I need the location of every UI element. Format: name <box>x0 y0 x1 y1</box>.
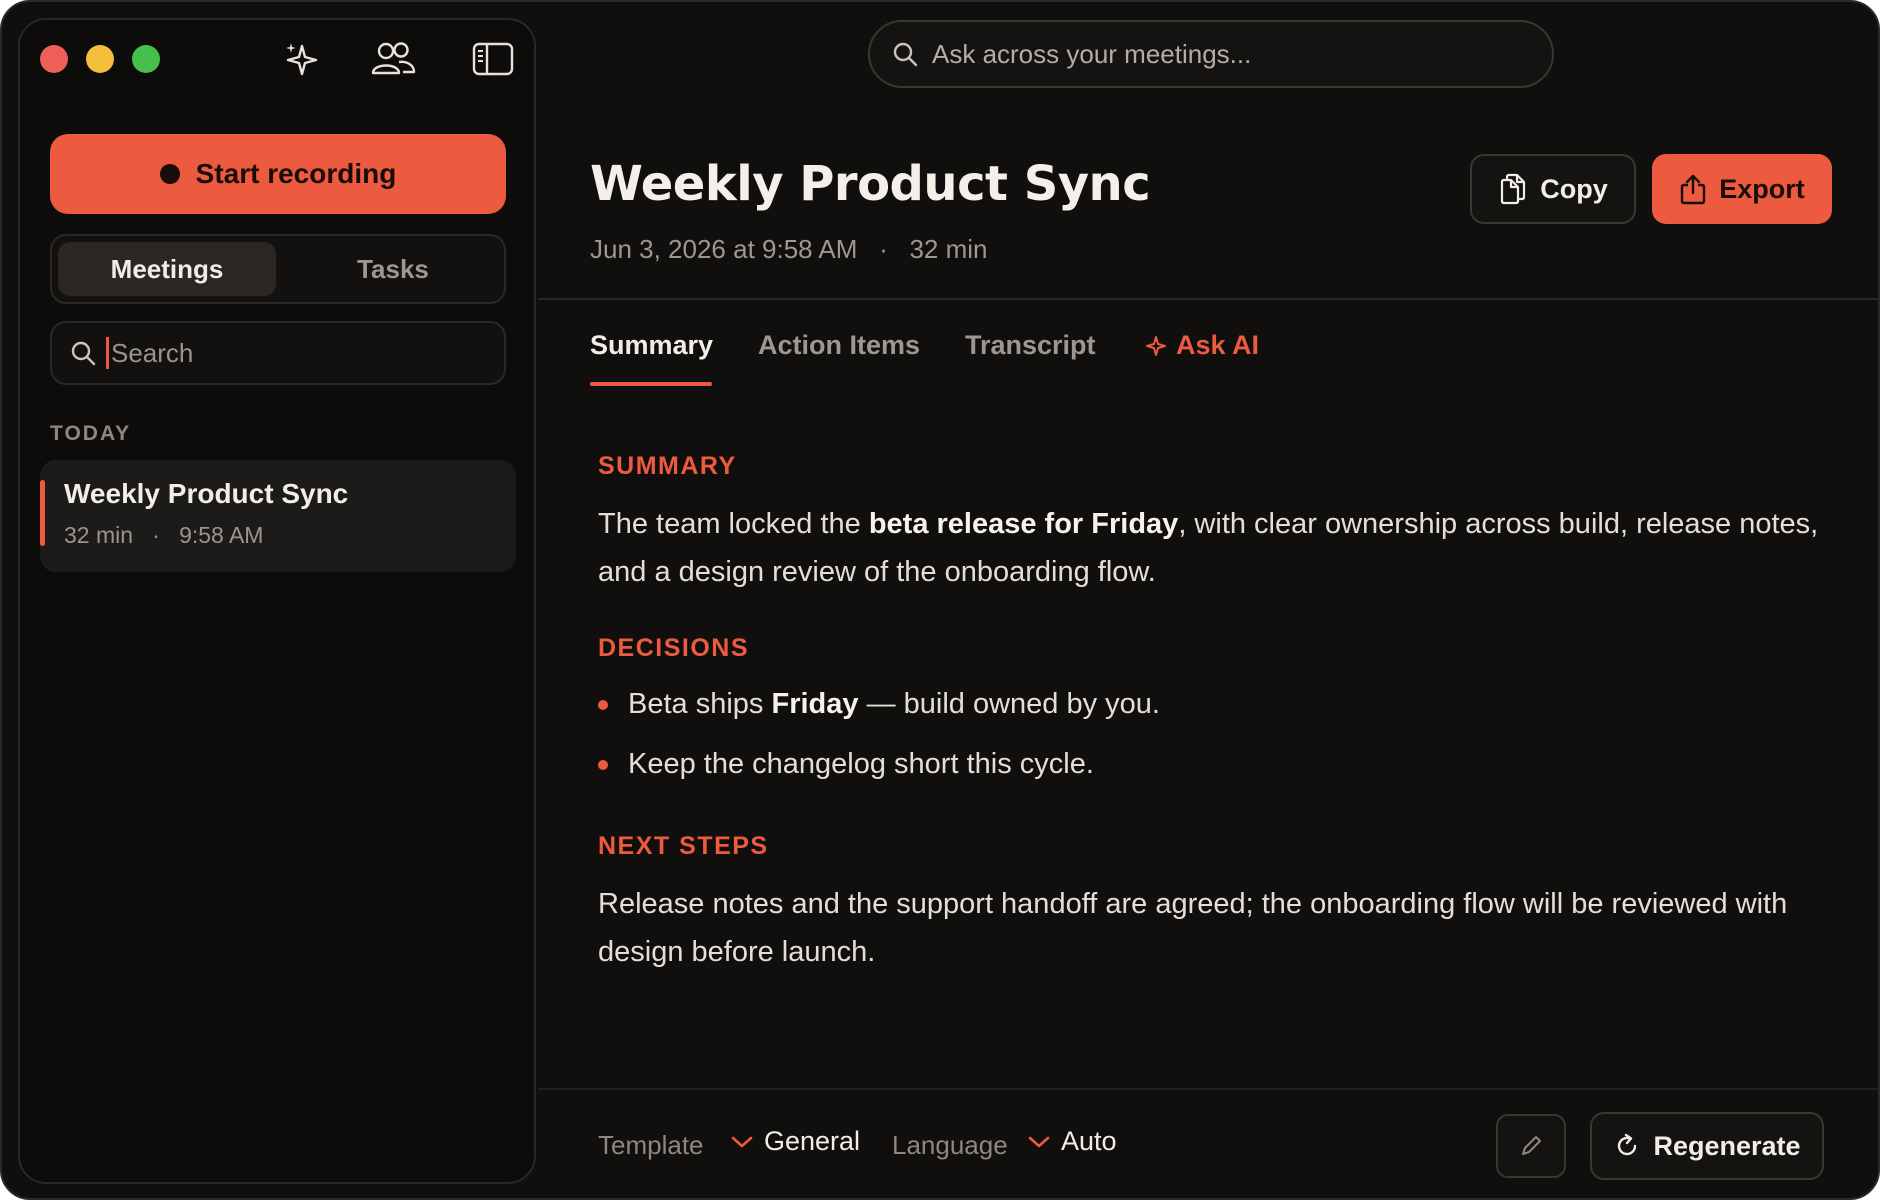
sparkle-icon[interactable] <box>276 34 326 84</box>
copy-label: Copy <box>1540 173 1608 204</box>
list-item-meeting[interactable]: Weekly Product Sync 32 min · 9:58 AM <box>40 460 516 572</box>
language-select[interactable]: Auto <box>1027 1126 1117 1157</box>
tab-ask-ai[interactable]: Ask AI <box>1144 330 1259 361</box>
share-icon <box>1681 174 1706 205</box>
ask-meetings-search <box>868 20 1554 88</box>
summary-heading: SUMMARY <box>598 452 737 480</box>
meeting-duration: 32 min <box>909 234 988 264</box>
meeting-date: Jun 3, 2026 at 9:58 AM <box>590 234 858 264</box>
sparkle-icon <box>1146 335 1166 356</box>
start-recording-label: Start recording <box>195 158 397 189</box>
list-item-decision: Beta ships Friday — build owned by you. <box>598 688 1160 721</box>
decisions-heading: DECISIONS <box>598 634 750 662</box>
people-icon[interactable] <box>368 34 418 84</box>
refresh-icon <box>1618 1133 1637 1156</box>
summary-text: The team locked the beta release for Fri… <box>598 500 1828 596</box>
meeting-item-time: 9:58 AM <box>179 522 264 548</box>
tab-action-items[interactable]: Action Items <box>758 330 920 361</box>
meeting-item-duration: 32 min <box>64 522 134 548</box>
next-steps-heading: NEXT STEPS <box>598 832 769 860</box>
record-dot-icon <box>159 164 180 184</box>
ask-meetings-input[interactable] <box>932 38 1492 70</box>
copy-icon <box>1501 173 1526 205</box>
text-caret <box>106 337 109 369</box>
export-label: Export <box>1719 173 1805 204</box>
tab-meetings[interactable]: Meetings <box>58 242 276 296</box>
section-today-label: TODAY <box>50 422 132 445</box>
app-window: Start recording Meetings Tasks TODAY Wee… <box>0 0 1880 1200</box>
search-icon <box>892 41 918 67</box>
selected-indicator <box>40 480 45 546</box>
decision-text: Beta ships Friday — build owned by you. <box>628 688 1160 721</box>
language-label: Language <box>892 1130 1008 1160</box>
pencil-icon <box>1522 1136 1541 1155</box>
bullet-icon <box>598 759 608 770</box>
tab-summary[interactable]: Summary <box>590 330 713 361</box>
search-input[interactable] <box>111 337 451 369</box>
tab-transcript[interactable]: Transcript <box>965 330 1096 361</box>
view-switcher: Meetings Tasks <box>50 234 506 304</box>
decision-text-part: Beta ships <box>628 688 772 720</box>
sidebar-toggle-icon[interactable] <box>468 34 518 84</box>
separator-dot: · <box>864 234 903 264</box>
decision-text-part: — build owned by you. <box>858 688 1160 720</box>
template-label: Template <box>598 1130 704 1160</box>
edit-button[interactable] <box>1496 1114 1566 1178</box>
list-item-decision: Keep the changelog short this cycle. <box>598 748 1094 781</box>
ask-ai-label: Ask AI <box>1176 330 1260 360</box>
header-divider <box>538 298 1878 300</box>
page-title: Weekly Product Sync <box>590 156 1151 212</box>
regenerate-button[interactable]: Regenerate <box>1590 1112 1824 1180</box>
template-value: General <box>764 1126 861 1156</box>
sidebar-search <box>50 321 506 385</box>
export-button[interactable]: Export <box>1652 154 1832 224</box>
close-window-button[interactable] <box>40 45 68 73</box>
regenerate-label: Regenerate <box>1653 1130 1801 1161</box>
footer-divider <box>538 1088 1878 1090</box>
decision-text-bold: Friday <box>771 688 859 720</box>
meeting-item-meta: 32 min · 9:58 AM <box>64 522 263 549</box>
copy-button[interactable]: Copy <box>1470 154 1636 224</box>
separator-dot: · <box>139 522 173 548</box>
bullet-icon <box>598 699 608 710</box>
main-panel: Weekly Product Sync Jun 3, 2026 at 9:58 … <box>538 2 1878 1198</box>
active-tab-indicator <box>590 382 712 386</box>
meeting-meta: Jun 3, 2026 at 9:58 AM · 32 min <box>590 234 988 265</box>
minimize-window-button[interactable] <box>86 45 114 73</box>
tab-tasks[interactable]: Tasks <box>284 242 502 296</box>
start-recording-button[interactable]: Start recording <box>50 134 506 214</box>
template-select[interactable]: General <box>730 1126 860 1157</box>
zoom-window-button[interactable] <box>132 45 160 73</box>
summary-text-part: The team locked the <box>598 508 869 540</box>
chevron-down-icon <box>1028 1136 1050 1147</box>
summary-text-bold: beta release for Friday <box>868 508 1179 540</box>
language-value: Auto <box>1061 1126 1117 1156</box>
decision-text: Keep the changelog short this cycle. <box>628 748 1094 780</box>
chevron-down-icon <box>731 1136 753 1147</box>
next-steps-text: Release notes and the support handoff ar… <box>598 888 1788 968</box>
sidebar: Start recording Meetings Tasks TODAY Wee… <box>18 18 536 1184</box>
meeting-item-title: Weekly Product Sync <box>64 478 349 509</box>
search-icon <box>70 340 96 366</box>
